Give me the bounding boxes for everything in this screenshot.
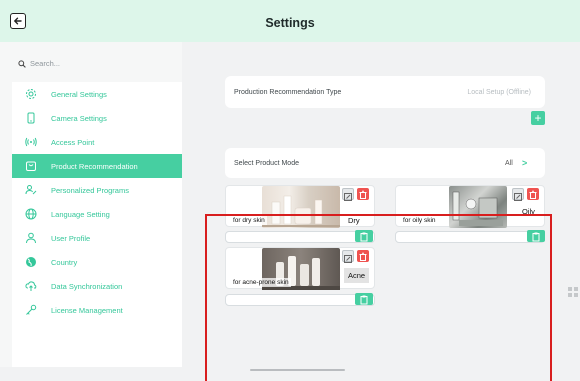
sidebar-item-label: Access Point [51,138,95,147]
sidebar-item-data-synchronization[interactable]: Data Synchronization [12,274,182,298]
globe-filled-icon [26,257,36,267]
gear-icon [26,89,36,99]
sidebar-item-camera-settings[interactable]: Camera Settings [12,106,182,130]
edit-icon [514,193,522,201]
product-mode-row[interactable]: Select Product Mode All > [225,148,545,178]
sidebar-item-country[interactable]: Country [12,250,182,274]
sidebar-item-label: Data Synchronization [51,282,123,291]
sidebar-item-label: General Settings [51,90,107,99]
page-title: Settings [265,16,315,30]
sidebar-item-label: Camera Settings [51,114,107,123]
trash-icon [359,190,367,199]
grid-icon[interactable] [568,287,578,297]
sidebar-item-language-setting[interactable]: Language Setting [12,202,182,226]
delete-button[interactable] [527,188,539,200]
header-bar: Settings [0,0,580,42]
trash-icon [529,190,537,199]
recommendation-type-row[interactable]: Production Recommendation Type Local Set… [225,76,545,108]
camera-icon [27,112,35,124]
sidebar-item-label: User Profile [51,234,91,243]
sidebar-item-label: Country [51,258,78,267]
edit-button[interactable] [342,188,354,201]
cloud-sync-icon [25,281,37,291]
sidebar-item-general-settings[interactable]: General Settings [12,82,182,106]
recommendation-type-label: Production Recommendation Type [234,89,342,96]
sidebar-menu: General Settings Camera Settings Access … [12,82,182,367]
globe-icon [25,208,37,220]
chevron-right-icon[interactable]: > [522,158,527,168]
wifi-icon [25,137,37,147]
sidebar-item-label: License Management [51,306,123,315]
key-icon [26,304,37,315]
edit-button[interactable] [512,188,524,201]
sidebar-item-label: Product Recommendation [51,162,138,171]
sidebar-item-access-point[interactable]: Access Point [12,130,182,154]
product-mode-label: Select Product Mode [234,160,299,167]
sidebar-item-product-recommendation[interactable]: Product Recommendation [12,154,182,178]
sidebar-item-user-profile[interactable]: User Profile [12,226,182,250]
scrollbar[interactable] [250,369,345,371]
user-edit-icon [25,185,37,195]
add-button[interactable]: + [531,111,545,125]
sidebar-item-label: Personalized Programs [51,186,129,195]
sidebar-item-personalized-programs[interactable]: Personalized Programs [12,178,182,202]
product-mode-value: All [505,160,513,167]
recommendation-type-value: Local Setup (Offline) [467,89,531,96]
search-placeholder: Search... [30,59,61,68]
sidebar-item-label: Language Setting [51,210,110,219]
highlight-box [205,214,552,381]
delete-button[interactable] [357,188,369,200]
search-icon [18,59,26,68]
user-icon [26,232,36,244]
edit-icon [344,193,352,201]
sidebar-item-license-management[interactable]: License Management [12,298,182,322]
search-input[interactable]: Search... [18,59,60,68]
bag-icon [26,161,36,171]
